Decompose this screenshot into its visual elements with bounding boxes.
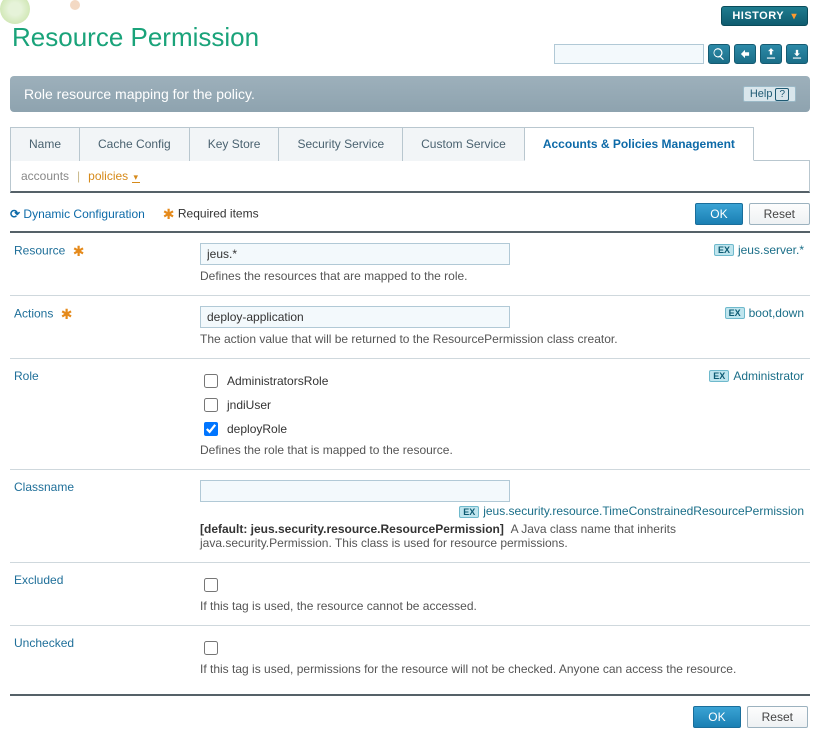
role-helper: Defines the role that is mapped to the r… [200,443,804,457]
search-input[interactable] [554,44,704,64]
refresh-icon: ⟳ [10,207,20,221]
tab-security-service[interactable]: Security Service [278,127,403,161]
unchecked-helper: If this tag is used, permissions for the… [200,662,804,676]
chevron-down-icon: ▾ [791,11,797,22]
search-icon[interactable] [708,44,730,64]
help-icon: ? [775,88,789,101]
excluded-helper: If this tag is used, the resource cannot… [200,599,804,613]
ok-button-bottom[interactable]: OK [693,706,740,728]
banner: Role resource mapping for the policy. He… [10,76,810,112]
resource-example: EXjeus.server.* [714,243,804,257]
breadcrumb-separator: | [77,169,80,183]
reset-button-bottom[interactable]: Reset [747,706,808,728]
required-star-icon: ✱ [61,306,73,322]
actions-label: Actions [14,307,53,321]
row-unchecked: Unchecked If this tag is used, permissio… [10,626,810,688]
breadcrumb-root[interactable]: accounts [21,169,69,183]
role-option-label: AdministratorsRole [227,374,328,388]
tab-accounts-policies[interactable]: Accounts & Policies Management [524,127,754,161]
actions-example: EXboot,down [725,306,804,320]
chevron-down-icon: ▾ [132,172,141,183]
resource-input[interactable] [200,243,510,265]
tabs: Name Cache Config Key Store Security Ser… [10,126,810,161]
required-star-icon: ✱ [73,243,85,259]
tab-key-store[interactable]: Key Store [189,127,280,161]
banner-text: Role resource mapping for the policy. [24,86,255,102]
ok-button[interactable]: OK [695,203,742,225]
dynamic-configuration-label: Dynamic Configuration [23,207,144,221]
tab-name[interactable]: Name [10,127,80,161]
role-label: Role [14,369,39,383]
back-icon[interactable] [734,44,756,64]
required-items-label: Required items [178,206,259,220]
excluded-label: Excluded [14,573,63,587]
history-label: HISTORY [732,10,784,22]
unchecked-checkbox[interactable] [204,641,218,655]
classname-label: Classname [14,480,74,494]
row-resource: Resource ✱ EXjeus.server.* Defines the r… [10,233,810,296]
import-icon[interactable] [786,44,808,64]
history-button[interactable]: HISTORY ▾ [721,6,808,26]
resource-helper: Defines the resources that are mapped to… [200,269,804,283]
row-role: Role EXAdministrator AdministratorsRole … [10,359,810,470]
export-icon[interactable] [760,44,782,64]
page-title: Resource Permission [12,22,259,53]
role-option-administrators[interactable] [204,374,218,388]
classname-example: EXjeus.security.resource.TimeConstrained… [200,504,804,518]
role-option-jndiuser[interactable] [204,398,218,412]
unchecked-label: Unchecked [14,636,74,650]
required-star-icon: ✱ [163,206,175,222]
excluded-checkbox[interactable] [204,578,218,592]
reset-button[interactable]: Reset [749,203,810,225]
row-excluded: Excluded If this tag is used, the resour… [10,563,810,626]
resource-label: Resource [14,244,65,258]
breadcrumb: accounts | policies ▾ [10,161,810,193]
actions-input[interactable] [200,306,510,328]
classname-helper: [default: jeus.security.resource.Resourc… [200,522,804,550]
classname-input[interactable] [200,480,510,502]
role-option-label: deployRole [227,422,287,436]
tab-custom-service[interactable]: Custom Service [402,127,525,161]
actions-helper: The action value that will be returned t… [200,332,804,346]
role-option-deployrole[interactable] [204,422,218,436]
row-classname: Classname EXjeus.security.resource.TimeC… [10,470,810,563]
help-button[interactable]: Help? [743,86,796,102]
role-example: EXAdministrator [709,369,804,383]
role-option-label: jndiUser [227,398,271,412]
breadcrumb-current[interactable]: policies ▾ [88,169,140,183]
tab-cache-config[interactable]: Cache Config [79,127,190,161]
row-actions: Actions ✱ EXboot,down The action value t… [10,296,810,359]
